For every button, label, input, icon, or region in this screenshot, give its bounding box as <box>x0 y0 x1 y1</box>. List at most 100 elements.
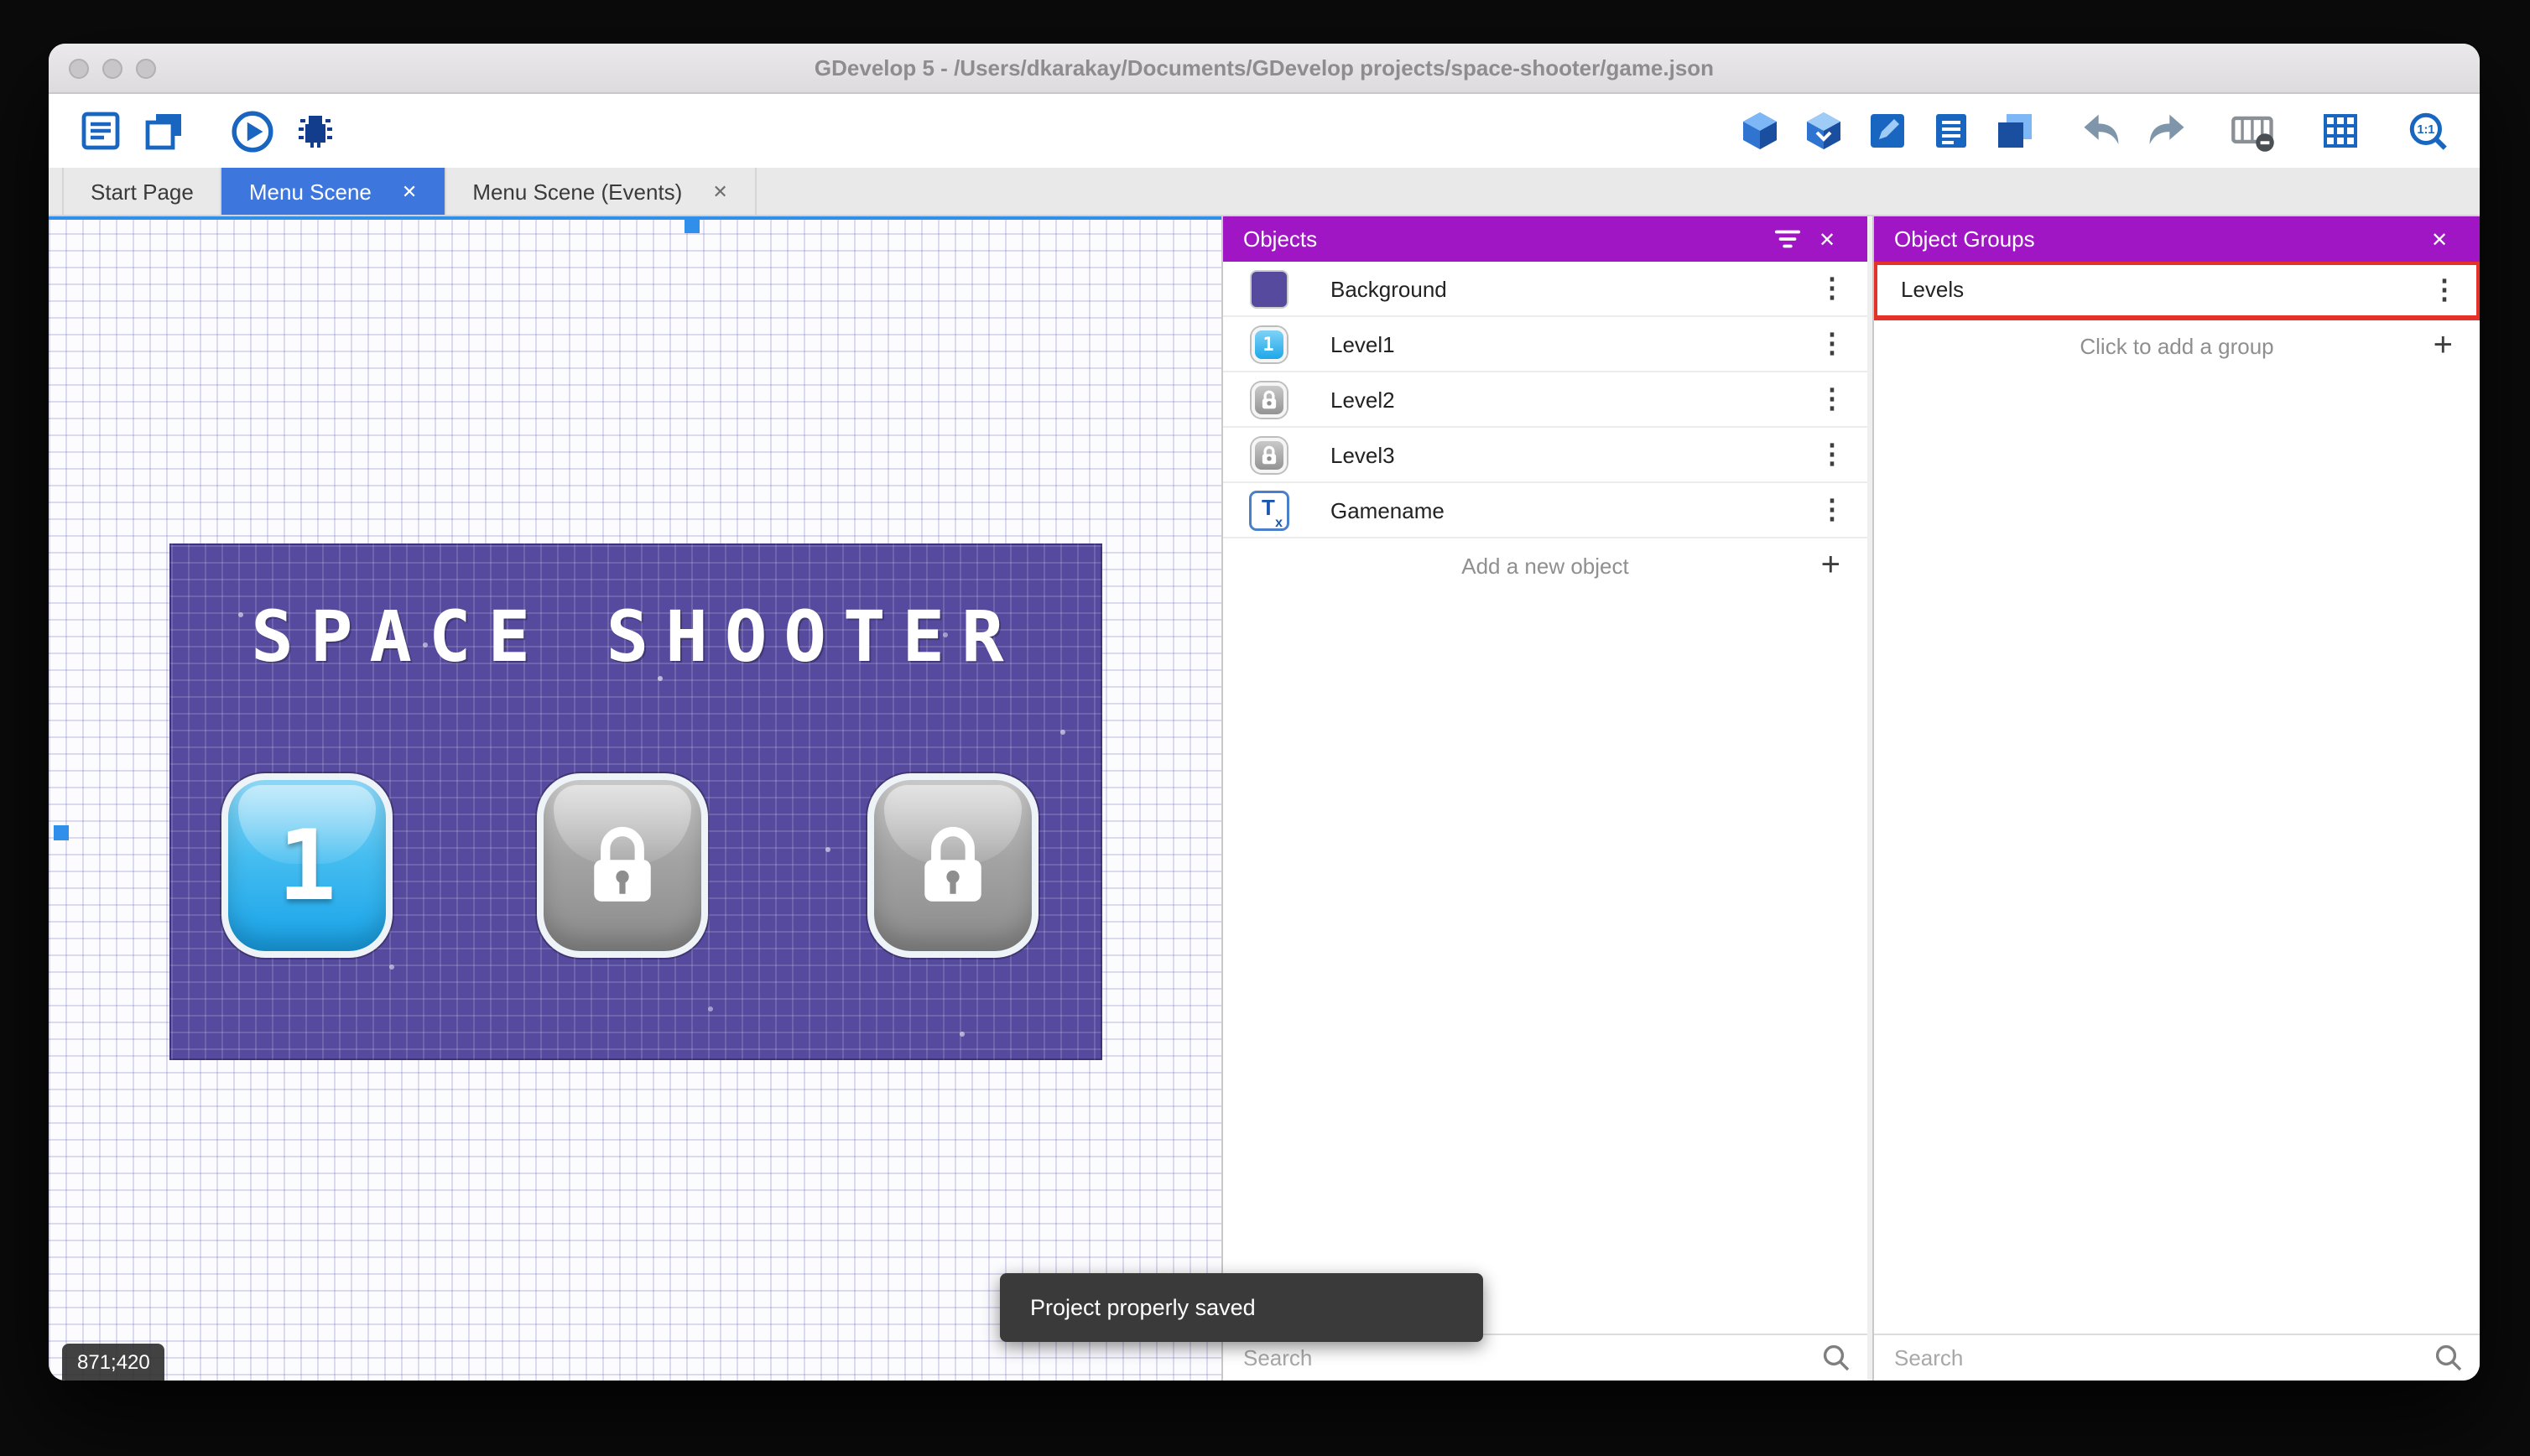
close-icon[interactable]: ✕ <box>402 180 417 202</box>
debugger-button[interactable] <box>287 102 344 159</box>
object-label: Level1 <box>1330 331 1395 356</box>
kebab-menu-icon[interactable]: ⋮ <box>1814 272 1851 305</box>
game-title-text-object[interactable]: SPACE SHOOTER <box>171 595 1101 678</box>
object-groups-panel: Object Groups ✕ Levels ⋮ Click to add a … <box>1872 216 2480 1381</box>
object-groups-panel-header: Object Groups ✕ <box>1874 216 2480 262</box>
object-label: Level2 <box>1330 387 1395 412</box>
object-row-gamename[interactable]: Tx Gamename ⋮ <box>1223 483 1867 538</box>
filter-icon <box>1773 230 1800 248</box>
selection-top-edge <box>49 216 1221 220</box>
objects-panel-header: Objects ✕ <box>1223 216 1867 262</box>
bug-icon <box>299 116 332 148</box>
toggle-mask-button[interactable] <box>2225 102 2282 159</box>
object-label: Background <box>1330 276 1447 301</box>
objects-search-input[interactable] <box>1243 1345 1822 1370</box>
cube-assets-icon <box>1807 112 1840 149</box>
lock-icon <box>584 820 661 911</box>
object-row-level3[interactable]: Level3 ⋮ <box>1223 428 1867 483</box>
level2-button-instance[interactable] <box>537 773 708 958</box>
add-group-row[interactable]: Click to add a group + <box>1874 319 2480 374</box>
zoom-reset-button[interactable]: 1:1 <box>2399 102 2456 159</box>
group-label: Levels <box>1901 277 1965 302</box>
selection-handle-left[interactable] <box>54 825 69 840</box>
object-label: Gamename <box>1330 497 1445 523</box>
toolbar-right-group: 1:1 <box>1731 102 2456 159</box>
groups-search-bar <box>1874 1334 2480 1381</box>
close-icon: ✕ <box>1818 227 1836 251</box>
tab-menu-scene[interactable]: Menu Scene ✕ <box>221 168 446 215</box>
kebab-menu-icon[interactable]: ⋮ <box>1814 382 1851 416</box>
tab-bar: Start Page Menu Scene ✕ Menu Scene (Even… <box>49 168 2480 216</box>
tab-label: Start Page <box>91 179 194 204</box>
window-zoom-button[interactable] <box>136 58 156 78</box>
kebab-menu-icon[interactable]: ⋮ <box>1814 327 1851 361</box>
groups-search-input[interactable] <box>1894 1345 2434 1370</box>
scene-editor-button[interactable] <box>136 102 193 159</box>
lined-document-icon <box>1936 114 1966 148</box>
kebab-menu-icon[interactable]: ⋮ <box>2426 273 2463 306</box>
kebab-menu-icon[interactable]: ⋮ <box>1814 493 1851 527</box>
redo-button[interactable] <box>2137 102 2194 159</box>
redo-arrow-icon <box>2149 114 2184 145</box>
window-title: GDevelop 5 - /Users/dkarakay/Documents/G… <box>814 55 1715 81</box>
export-button[interactable] <box>1731 102 1788 159</box>
edit-scene-button[interactable] <box>1859 102 1916 159</box>
background-object-instance[interactable]: SPACE SHOOTER 1 <box>169 543 1102 1060</box>
object-groups-list: Levels ⋮ Click to add a group + <box>1874 262 2480 1334</box>
project-manager-icon <box>81 112 120 150</box>
add-new-object-row[interactable]: Add a new object + <box>1223 538 1867 594</box>
background-object-icon <box>1250 270 1287 307</box>
objects-panel-title: Objects <box>1243 226 1318 252</box>
zoom-level-label: 1:1 <box>2416 122 2434 136</box>
level3-object-icon <box>1250 436 1287 473</box>
undo-button[interactable] <box>2074 102 2131 159</box>
desktop-background: GDevelop 5 - /Users/dkarakay/Documents/G… <box>0 0 2530 1456</box>
search-icon <box>2435 1344 2462 1371</box>
toolbar: 1:1 <box>49 94 2480 168</box>
scene-canvas[interactable]: SPACE SHOOTER 1 871;420 <box>49 216 1221 1381</box>
tab-label: Menu Scene (Events) <box>472 179 683 204</box>
instances-list-button[interactable] <box>1986 102 2043 159</box>
object-row-background[interactable]: Background ⋮ <box>1223 262 1867 317</box>
film-strip-minus-icon <box>2231 116 2274 152</box>
objects-list: Background ⋮ 1 Level1 ⋮ Level2 ⋮ Level3 … <box>1223 262 1867 1334</box>
objects-panel: Objects ✕ Background ⋮ 1 Level1 ⋮ Level2… <box>1221 216 1867 1381</box>
cube-export-icon <box>1743 112 1777 149</box>
add-new-object-label: Add a new object <box>1461 554 1629 579</box>
search-icon <box>1823 1344 1850 1371</box>
window-minimize-button[interactable] <box>102 58 122 78</box>
object-row-level2[interactable]: Level2 ⋮ <box>1223 372 1867 428</box>
asset-store-button[interactable] <box>1795 102 1852 159</box>
grid-icon <box>2324 114 2357 148</box>
kebab-menu-icon[interactable]: ⋮ <box>1814 438 1851 471</box>
close-objects-panel-button[interactable]: ✕ <box>1807 219 1847 259</box>
cursor-coordinates: 871;420 <box>62 1344 165 1381</box>
selection-handle-top[interactable] <box>685 218 700 233</box>
events-sheet-button[interactable] <box>1923 102 1980 159</box>
object-row-level1[interactable]: 1 Level1 ⋮ <box>1223 317 1867 372</box>
plus-icon[interactable]: + <box>2434 327 2453 366</box>
level1-button-instance[interactable]: 1 <box>221 773 393 958</box>
toast-notification: Project properly saved <box>1000 1273 1483 1342</box>
level1-number-label: 1 <box>278 809 336 923</box>
close-object-groups-panel-button[interactable]: ✕ <box>2419 219 2460 259</box>
project-manager-button[interactable] <box>72 102 129 159</box>
zoom-1-1-icon: 1:1 <box>2408 112 2446 149</box>
close-icon: ✕ <box>2430 227 2449 251</box>
undo-arrow-icon <box>2084 114 2119 145</box>
close-icon[interactable]: ✕ <box>712 180 727 202</box>
tab-menu-scene-events[interactable]: Menu Scene (Events) ✕ <box>445 168 757 215</box>
tab-start-page[interactable]: Start Page <box>62 168 222 215</box>
filter-objects-button[interactable] <box>1767 219 1807 259</box>
level1-object-icon: 1 <box>1250 325 1287 362</box>
window-close-button[interactable] <box>69 58 89 78</box>
plus-icon[interactable]: + <box>1821 547 1840 585</box>
lock-icon <box>914 820 992 911</box>
object-groups-panel-title: Object Groups <box>1894 226 2035 252</box>
group-row-levels[interactable]: Levels ⋮ <box>1874 262 2480 320</box>
toggle-grid-button[interactable] <box>2312 102 2369 159</box>
level2-object-icon <box>1250 381 1287 418</box>
layers-icon <box>1998 114 2032 148</box>
level3-button-instance[interactable] <box>867 773 1039 958</box>
preview-button[interactable] <box>223 102 280 159</box>
